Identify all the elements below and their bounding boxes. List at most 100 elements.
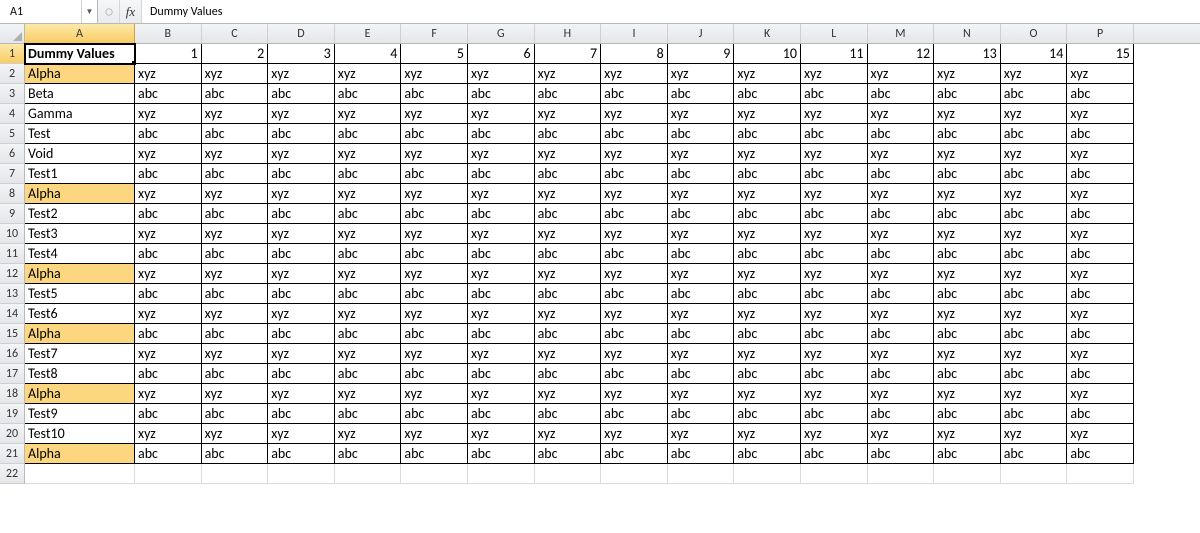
cell[interactable]: abc — [535, 204, 602, 224]
cell[interactable]: abc — [401, 124, 468, 144]
cell[interactable]: xyz — [535, 384, 602, 404]
cell[interactable]: abc — [801, 244, 868, 264]
cell[interactable]: xyz — [801, 64, 868, 84]
cell[interactable]: abc — [1001, 284, 1068, 304]
cell[interactable]: abc — [668, 164, 735, 184]
cell[interactable]: abc — [335, 364, 402, 384]
cell[interactable]: xyz — [202, 184, 269, 204]
cell[interactable]: xyz — [535, 304, 602, 324]
cell[interactable]: Dummy Values — [25, 44, 135, 64]
cell[interactable]: xyz — [601, 184, 668, 204]
cell[interactable]: abc — [734, 404, 801, 424]
cell[interactable]: xyz — [934, 104, 1001, 124]
cell[interactable]: abc — [135, 444, 202, 464]
cell[interactable]: abc — [734, 324, 801, 344]
cell[interactable]: Void — [25, 144, 135, 164]
cell[interactable]: abc — [401, 284, 468, 304]
cell[interactable]: 13 — [934, 44, 1001, 64]
cell[interactable]: xyz — [734, 344, 801, 364]
cell[interactable]: abc — [202, 84, 269, 104]
cell[interactable]: xyz — [934, 224, 1001, 244]
cell[interactable]: Test9 — [25, 404, 135, 424]
cell[interactable]: abc — [202, 204, 269, 224]
cell[interactable]: xyz — [1067, 64, 1134, 84]
cell[interactable]: xyz — [801, 344, 868, 364]
cell[interactable]: xyz — [801, 184, 868, 204]
select-all-corner[interactable] — [0, 24, 25, 43]
row-header[interactable]: 1 — [0, 44, 25, 64]
cell[interactable]: abc — [868, 124, 935, 144]
cell[interactable]: xyz — [601, 224, 668, 244]
cell[interactable]: xyz — [535, 64, 602, 84]
cell[interactable]: xyz — [734, 384, 801, 404]
cell[interactable]: abc — [668, 284, 735, 304]
cell[interactable] — [401, 464, 468, 484]
row-header[interactable]: 13 — [0, 284, 25, 304]
cell[interactable]: xyz — [734, 264, 801, 284]
row-header[interactable]: 7 — [0, 164, 25, 184]
cell[interactable]: abc — [268, 324, 335, 344]
cell[interactable]: abc — [135, 164, 202, 184]
cell[interactable]: abc — [468, 364, 535, 384]
cell[interactable]: xyz — [1001, 64, 1068, 84]
cell[interactable]: xyz — [1001, 184, 1068, 204]
cell[interactable]: Test — [25, 124, 135, 144]
cell[interactable]: abc — [535, 244, 602, 264]
cell[interactable]: abc — [1001, 244, 1068, 264]
column-header[interactable]: K — [734, 24, 801, 43]
cell[interactable]: xyz — [468, 224, 535, 244]
cell[interactable]: xyz — [868, 104, 935, 124]
cell[interactable]: abc — [401, 84, 468, 104]
row-header[interactable]: 15 — [0, 324, 25, 344]
cell[interactable]: xyz — [268, 304, 335, 324]
cell[interactable]: xyz — [868, 344, 935, 364]
cell[interactable]: 7 — [535, 44, 602, 64]
row-header[interactable]: 2 — [0, 64, 25, 84]
cell[interactable]: xyz — [135, 104, 202, 124]
cell[interactable]: abc — [1067, 84, 1134, 104]
cell[interactable]: abc — [668, 324, 735, 344]
cell[interactable] — [268, 464, 335, 484]
cell[interactable]: xyz — [668, 104, 735, 124]
column-header[interactable]: H — [535, 24, 602, 43]
cell[interactable]: abc — [1067, 324, 1134, 344]
cell[interactable]: xyz — [468, 184, 535, 204]
cell[interactable]: xyz — [202, 424, 269, 444]
cell[interactable]: abc — [801, 164, 868, 184]
cell[interactable]: xyz — [868, 184, 935, 204]
cell[interactable]: abc — [668, 84, 735, 104]
cell[interactable]: abc — [668, 204, 735, 224]
cell[interactable]: abc — [535, 124, 602, 144]
row-header[interactable]: 17 — [0, 364, 25, 384]
cell[interactable]: xyz — [268, 144, 335, 164]
cell[interactable]: abc — [668, 364, 735, 384]
cell[interactable]: xyz — [335, 224, 402, 244]
cell[interactable]: abc — [1067, 124, 1134, 144]
cell[interactable]: abc — [202, 404, 269, 424]
cell[interactable]: abc — [135, 84, 202, 104]
cell[interactable]: abc — [335, 204, 402, 224]
cell[interactable]: abc — [268, 284, 335, 304]
cell[interactable]: xyz — [801, 424, 868, 444]
name-box-dropdown-icon[interactable]: ▼ — [81, 0, 97, 23]
cell[interactable]: xyz — [335, 104, 402, 124]
cell[interactable] — [801, 464, 868, 484]
cell[interactable]: xyz — [135, 264, 202, 284]
cell[interactable]: xyz — [1001, 304, 1068, 324]
cell[interactable]: abc — [601, 444, 668, 464]
cell[interactable]: xyz — [934, 184, 1001, 204]
cell[interactable]: xyz — [202, 304, 269, 324]
cell[interactable]: 9 — [668, 44, 735, 64]
cell[interactable]: xyz — [1001, 264, 1068, 284]
cell[interactable]: xyz — [601, 424, 668, 444]
cell[interactable]: abc — [335, 124, 402, 144]
cell[interactable]: xyz — [1001, 384, 1068, 404]
cell[interactable]: abc — [268, 124, 335, 144]
cell[interactable]: xyz — [335, 344, 402, 364]
cell[interactable]: abc — [934, 404, 1001, 424]
cell[interactable]: abc — [734, 364, 801, 384]
cell[interactable]: abc — [601, 364, 668, 384]
cell[interactable]: xyz — [668, 424, 735, 444]
row-header[interactable]: 20 — [0, 424, 25, 444]
cell[interactable]: xyz — [202, 144, 269, 164]
